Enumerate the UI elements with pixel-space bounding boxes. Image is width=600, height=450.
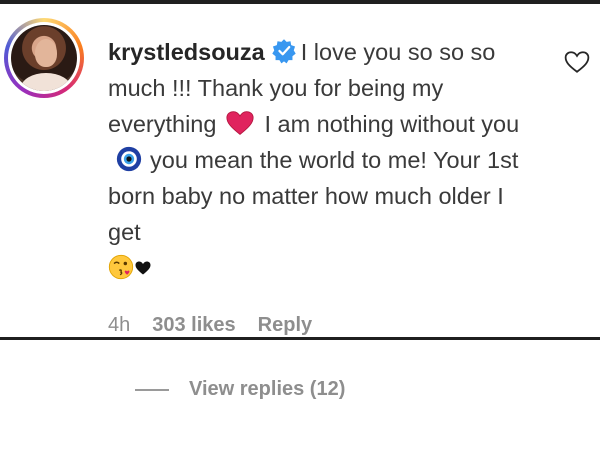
- verified-badge-icon: [272, 39, 296, 64]
- comment-text: krystledsouza I love you so so so much !…: [108, 34, 528, 286]
- evil-eye-emoji-icon: [116, 146, 142, 172]
- view-replies-label: View replies (12): [189, 378, 346, 400]
- instagram-comment-screenshot: krystledsouza I love you so so so much !…: [0, 0, 600, 450]
- black-heart-emoji-icon: [135, 261, 151, 275]
- like-comment-heart-icon[interactable]: [564, 50, 590, 74]
- comment-card: krystledsouza I love you so so so much !…: [0, 4, 600, 338]
- heart-emoji-icon: [226, 111, 255, 135]
- comment-text-part3: you mean the world to me! Your 1st born …: [108, 147, 519, 245]
- comment-meta: 4h 303 likes Reply: [108, 314, 312, 337]
- comment-text-part2: I am nothing without you: [264, 111, 520, 137]
- avatar[interactable]: [11, 25, 77, 91]
- bottom-divider: [0, 337, 600, 340]
- timestamp[interactable]: 4h: [108, 314, 130, 337]
- story-ring[interactable]: [4, 18, 84, 98]
- view-replies-button[interactable]: View replies (12): [135, 378, 345, 401]
- username-link[interactable]: krystledsouza: [108, 39, 265, 65]
- replies-divider-line: [135, 388, 169, 391]
- wink-kiss-emoji-icon: [108, 254, 134, 280]
- reply-button[interactable]: Reply: [258, 314, 312, 337]
- likes-count[interactable]: 303 likes: [152, 314, 235, 337]
